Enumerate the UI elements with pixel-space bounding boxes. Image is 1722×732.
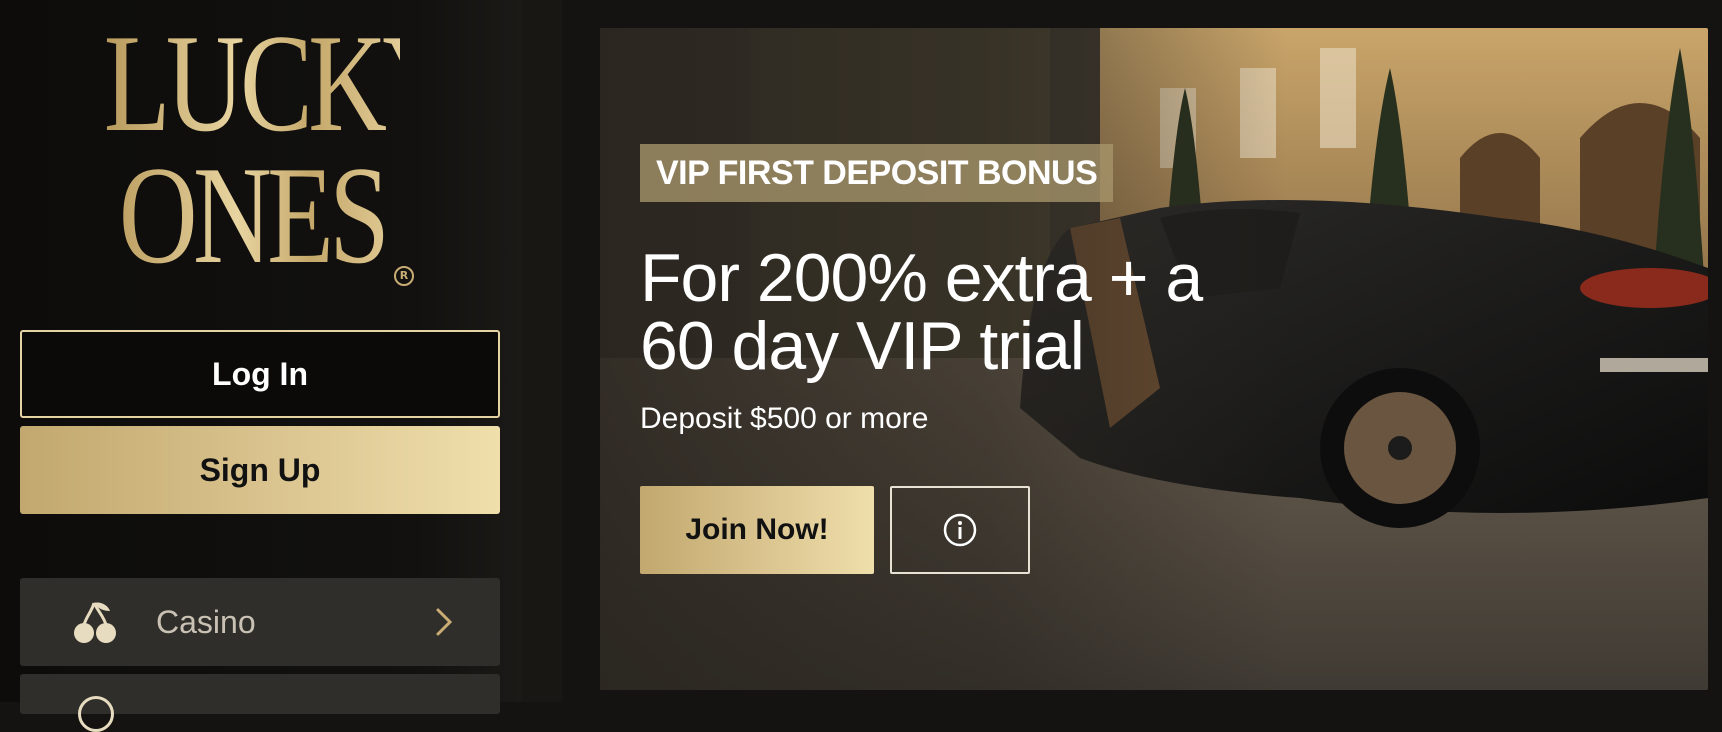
cherry-icon — [74, 602, 116, 643]
chevron-right-icon — [436, 608, 453, 636]
sidebar-item-label: Casino — [156, 603, 256, 640]
login-button[interactable]: Log In — [20, 330, 500, 418]
promo-headline: For 200% extra + a 60 day VIP trial — [640, 240, 1203, 384]
registered-mark: R — [394, 266, 414, 286]
join-now-button[interactable]: Join Now! — [640, 486, 874, 574]
sidebar-edge — [522, 0, 562, 702]
info-icon — [943, 513, 977, 547]
lucky-ones-logo[interactable]: LUCKY ONES R — [62, 6, 461, 288]
sidebar: LUCKY ONES R Log In Sign Up Casino — [0, 0, 522, 732]
logo-line-2: ONES — [104, 146, 400, 286]
sidebar-item-next[interactable] — [20, 674, 500, 732]
promo-badge: VIP FIRST DEPOSIT BONUS — [640, 144, 1114, 202]
promo-banner[interactable]: VIP FIRST DEPOSIT BONUS For 200% extra +… — [600, 28, 1708, 690]
promo-subline: Deposit $500 or more — [640, 402, 929, 435]
info-button[interactable] — [890, 486, 1030, 574]
sidebar-item-casino[interactable]: Casino — [20, 578, 500, 666]
logo-line-1: LUCKY — [103, 6, 461, 161]
signup-button[interactable]: Sign Up — [20, 426, 500, 514]
round-icon — [78, 696, 114, 732]
